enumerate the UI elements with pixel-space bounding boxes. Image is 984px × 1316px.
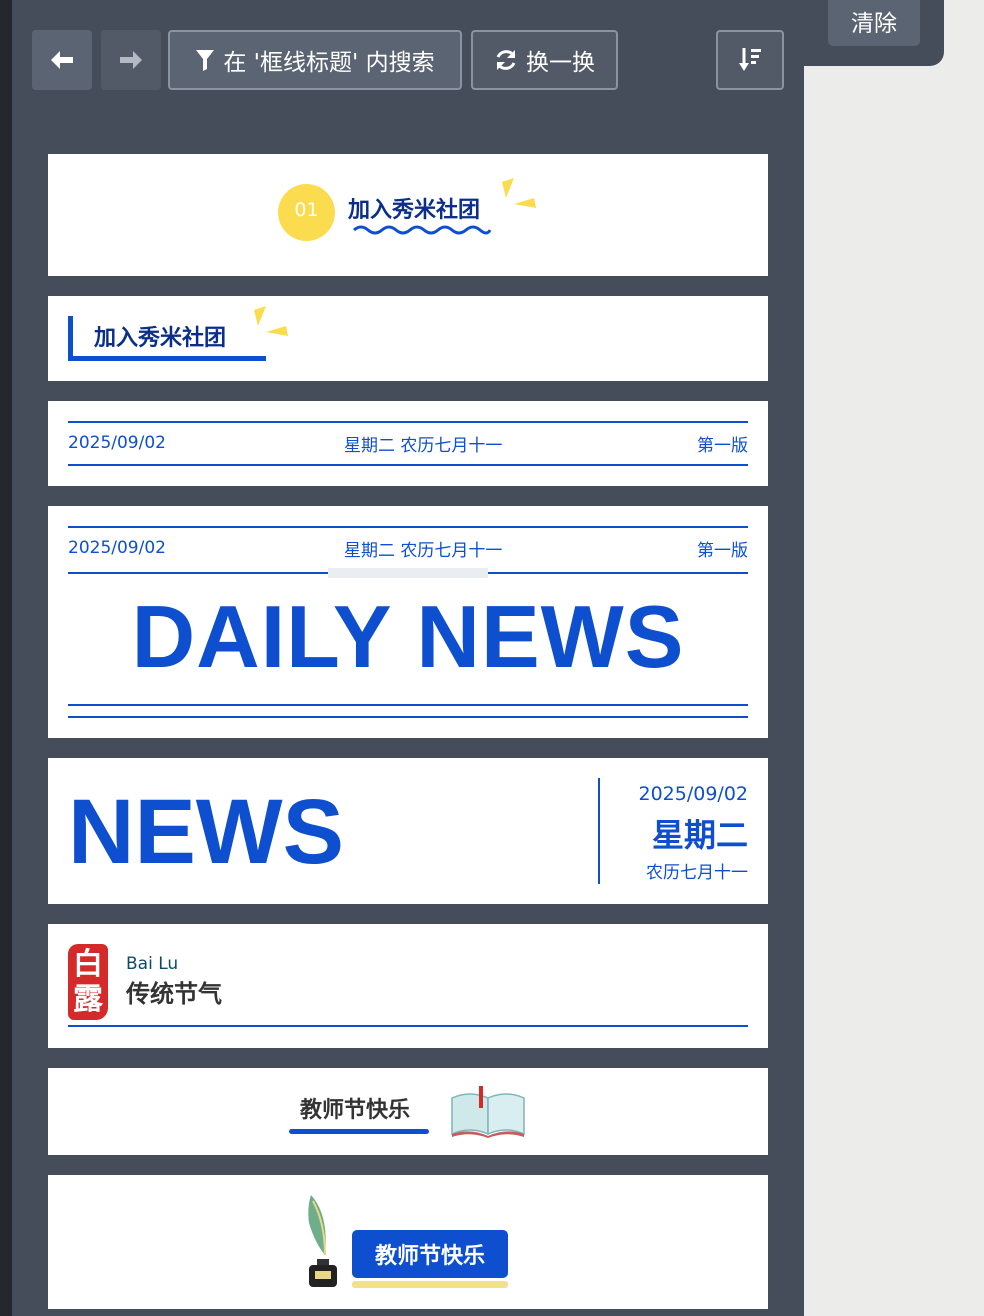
news-headline: NEWS [68, 781, 344, 883]
bracket-title-text: 加入秀米社团 [94, 326, 227, 351]
daily-news-weekday-lunar: 星期二 农历七月十一 [344, 541, 503, 561]
template-solar-term[interactable]: 白 露 Bai Lu 传统节气 [48, 924, 768, 1048]
divider-line [68, 1025, 748, 1027]
divider-line [68, 704, 748, 706]
bailu-seal-icon: 白 露 [68, 944, 108, 1020]
template-dateline[interactable]: 2025/09/02 星期二 农历七月十一 第一版 [48, 401, 768, 486]
teachers-day-title: 教师节快乐 [300, 1098, 411, 1123]
template-teachers-day-pill[interactable]: 教师节快乐 [48, 1175, 768, 1309]
refresh-icon [496, 50, 516, 70]
bracket-left-bar [68, 316, 73, 361]
number-badge: 01 [278, 184, 335, 241]
arrow-right-icon [120, 51, 142, 69]
divider-line [68, 464, 748, 466]
news-date: 2025/09/02 [638, 783, 748, 805]
divider-line [68, 421, 748, 423]
arrow-left-icon [51, 51, 73, 69]
seal-char: 露 [73, 982, 103, 1017]
bracket-bottom-bar [68, 356, 266, 361]
daily-news-date: 2025/09/02 [68, 538, 166, 558]
divider-line [68, 716, 748, 718]
quill-ink-icon [308, 1195, 337, 1287]
shuffle-button[interactable]: 换一换 [471, 30, 618, 90]
seal-char: 白 [73, 947, 103, 982]
dateline-date: 2025/09/02 [68, 433, 166, 453]
shuffle-label: 换一换 [526, 50, 595, 76]
daily-news-headline: DAILY NEWS [131, 587, 685, 686]
search-in-category-button[interactable]: 在 '框线标题' 内搜索 [168, 30, 462, 90]
solar-term-chinese: 传统节气 [126, 980, 222, 1008]
news-weekday: 星期二 [651, 816, 748, 854]
line-gap [328, 568, 488, 578]
sort-icon [739, 48, 761, 71]
window-left-edge [0, 0, 12, 1316]
pill-underline [352, 1281, 508, 1288]
back-button[interactable] [32, 30, 92, 90]
template-numbered-title[interactable]: 01 加入秀米社团 [48, 154, 768, 276]
forward-button[interactable] [101, 30, 161, 90]
dateline-weekday-lunar: 星期二 农历七月十一 [344, 436, 503, 456]
solar-term-english: Bai Lu [126, 954, 179, 974]
clear-button[interactable]: 清除 [828, 0, 920, 46]
template-teachers-day-book[interactable]: 教师节快乐 [48, 1068, 768, 1155]
search-in-category-label: 在 '框线标题' 内搜索 [223, 50, 435, 76]
vertical-divider [598, 778, 600, 884]
wave-underline-icon [353, 225, 492, 235]
template-bracket-title[interactable]: 加入秀米社团 [48, 296, 768, 381]
template-news-block[interactable]: NEWS 2025/09/02 星期二 农历七月十一 [48, 758, 768, 904]
title-underline [289, 1129, 429, 1134]
teachers-day-pill-title: 教师节快乐 [352, 1230, 508, 1278]
daily-news-edition: 第一版 [697, 541, 748, 561]
sparkle-icon [502, 178, 536, 208]
template-daily-news[interactable]: 2025/09/02 星期二 农历七月十一 第一版 DAILY NEWS [48, 506, 768, 738]
sort-button[interactable] [716, 30, 784, 90]
filter-icon [196, 50, 215, 71]
numbered-title-text: 加入秀米社团 [348, 198, 481, 223]
dateline-edition: 第一版 [697, 436, 748, 456]
sparkle-icon [254, 306, 288, 336]
divider-line [68, 526, 748, 528]
open-book-icon [451, 1086, 525, 1138]
news-lunar: 农历七月十一 [646, 863, 748, 883]
